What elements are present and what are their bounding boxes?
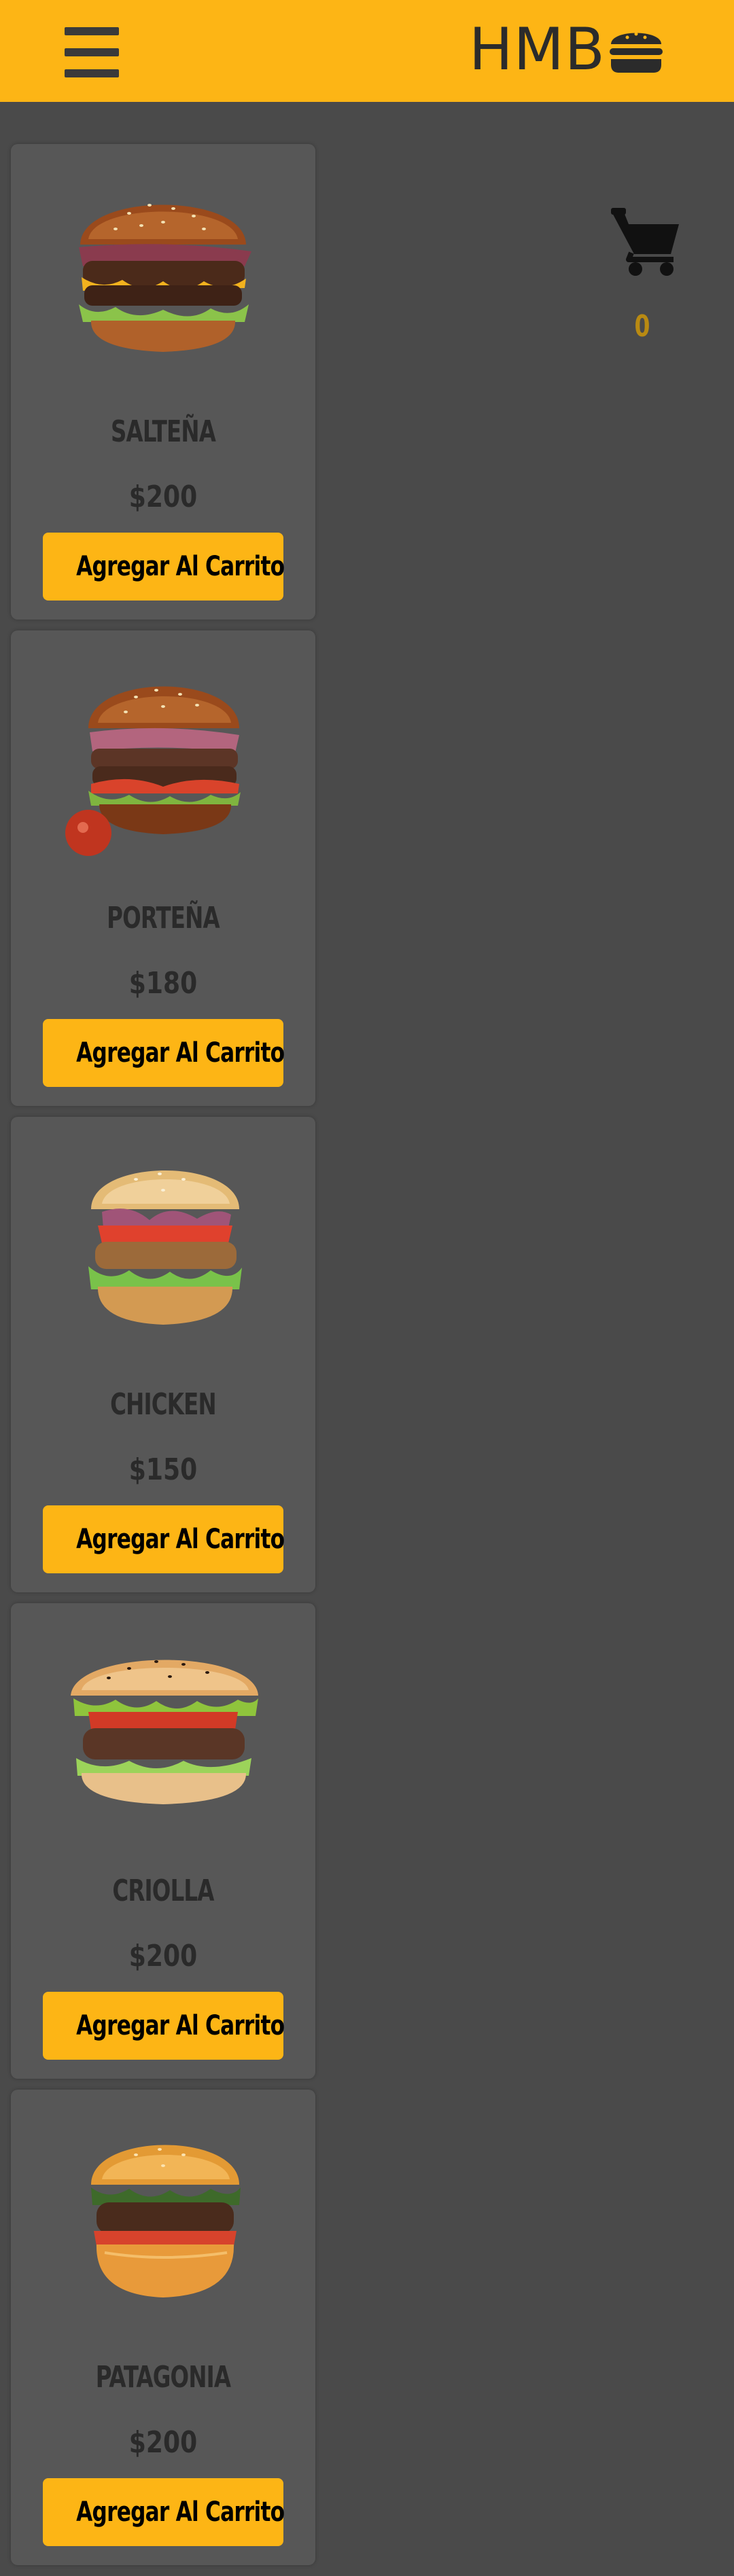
product-name: CHICKEN [110,1387,216,1422]
product-price: $180 [128,966,198,1001]
add-to-cart-label: Agregar Al Carrito [76,551,285,582]
brand-name: HMB [469,16,606,84]
product-card: PATAGONIA $200 Agregar Al Carrito [11,2090,315,2565]
header-bar: HMB [0,0,734,102]
add-to-cart-button[interactable]: Agregar Al Carrito [43,1992,285,2060]
product-card: PORTEÑA $180 Agregar Al Carrito [11,630,315,1106]
product-price: $150 [128,1452,198,1487]
add-to-cart-button[interactable]: Agregar Al Carrito [43,1019,285,1087]
add-to-cart-button[interactable]: Agregar Al Carrito [43,533,285,601]
burger-icon [609,32,663,73]
cart-count: 0 [634,309,650,344]
add-to-cart-label: Agregar Al Carrito [76,2497,285,2528]
brand-logo[interactable]: HMB [469,12,665,87]
burger-photo-chicken [88,1170,242,1325]
burger-photo-portena [65,686,241,856]
hamburger-menu-icon[interactable] [65,27,119,77]
product-card: CRIOLLA $200 Agregar Al Carrito [11,1603,315,2079]
product-name: PORTEÑA [107,901,220,935]
product-name: SALTEÑA [110,414,216,449]
product-card: SALTEÑA $200 Agregar Al Carrito [11,144,315,620]
product-price: $200 [128,1939,198,1973]
product-name: PATAGONIA [95,2360,231,2395]
product-price: $200 [128,2425,198,2460]
shopping-cart-icon[interactable] [608,204,683,279]
add-to-cart-label: Agregar Al Carrito [76,1037,285,1069]
add-to-cart-button[interactable]: Agregar Al Carrito [43,2478,285,2546]
burger-photo-patagonia [91,2145,241,2297]
product-name: CRIOLLA [112,1874,214,1908]
add-to-cart-label: Agregar Al Carrito [76,1524,285,1555]
burger-photo-criolla [71,1660,258,1804]
product-card: CHICKEN $150 Agregar Al Carrito [11,1117,315,1592]
add-to-cart-label: Agregar Al Carrito [76,2010,285,2041]
add-to-cart-button[interactable]: Agregar Al Carrito [43,1505,285,1573]
burger-photo-saltena [79,204,251,352]
product-price: $200 [128,480,198,514]
